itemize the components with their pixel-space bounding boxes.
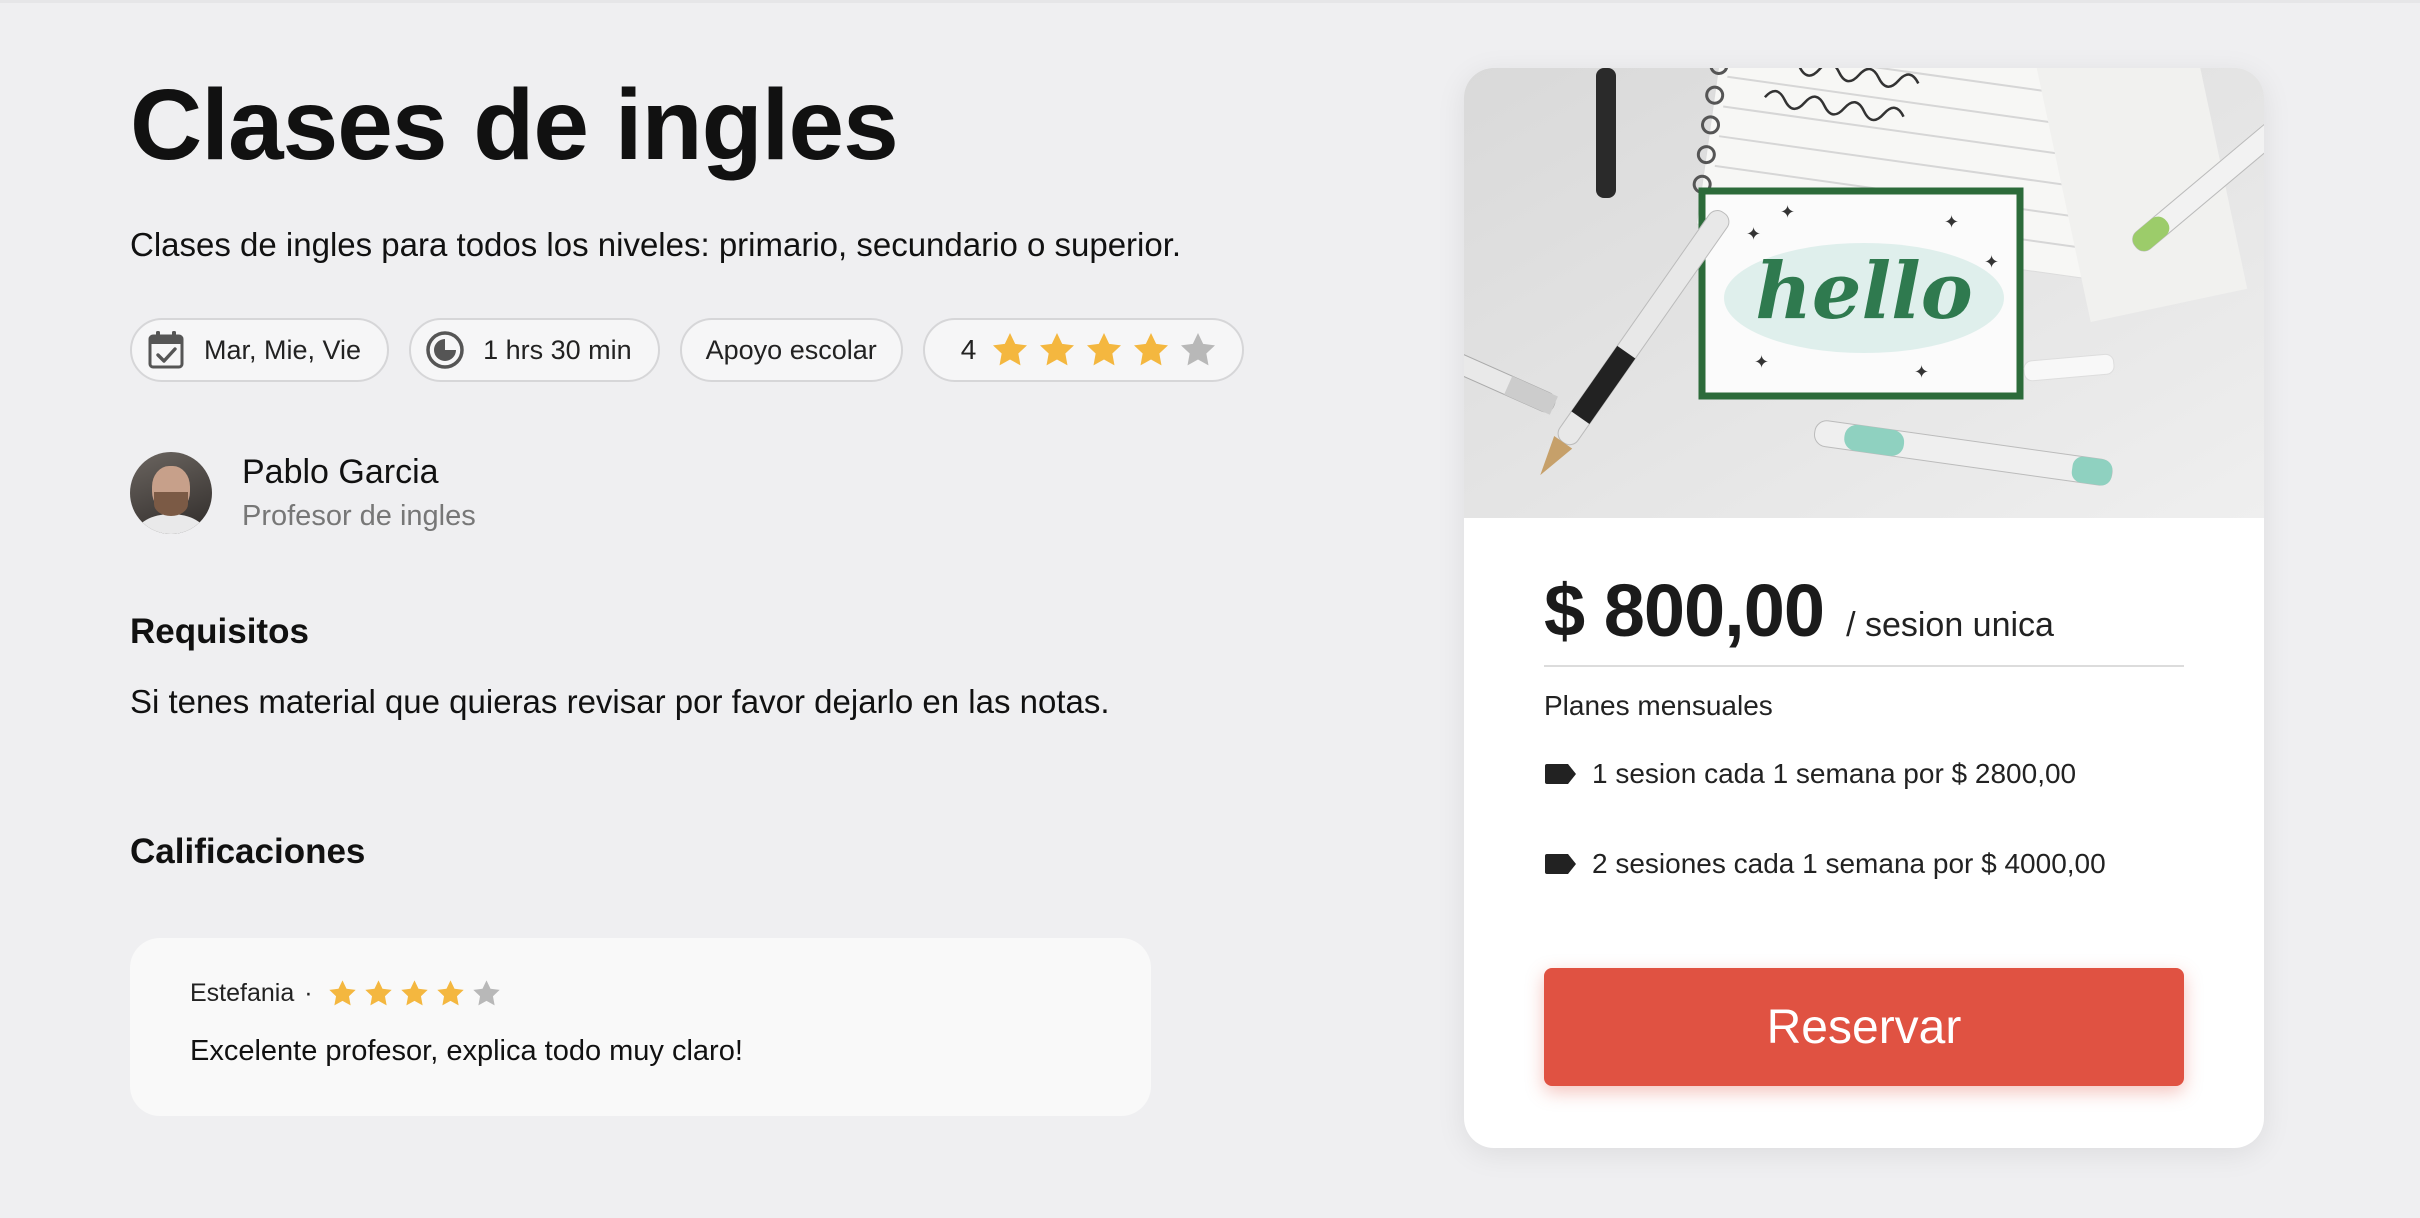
divider [1544,665,2184,667]
tag-icon [1545,854,1576,874]
star-empty-icon [472,980,500,1006]
requirements-heading: Requisitos [130,612,309,651]
days-chip: Mar, Mie, Vie [130,318,390,382]
rating-stars [990,330,1218,370]
duration-chip: 1 hrs 30 min [409,318,660,382]
price: $ 800,00 [1544,569,1825,652]
svg-text:✦: ✦ [1780,202,1795,223]
clock-icon [425,330,465,370]
plans-heading: Planes mensuales [1544,690,1773,721]
tag-icon [1545,764,1576,784]
days-label: Mar, Mie, Vie [204,334,362,365]
page-title: Clases de ingles [130,69,899,181]
star-filled-icon [436,980,464,1006]
rating-value: 4 [960,334,977,365]
star-filled-icon [993,333,1028,366]
category-label: Apoyo escolar [705,334,877,365]
star-filled-icon [328,980,356,1006]
star-filled-icon [364,980,392,1006]
svg-text:✦: ✦ [1914,362,1929,383]
plan-label: 2 sesiones cada 1 semana por $ 4000,00 [1592,848,2106,879]
star-empty-icon [1181,333,1216,366]
review-separator: · [304,979,313,1007]
svg-text:✦: ✦ [1944,212,1959,233]
star-filled-icon [400,980,428,1006]
ratings-heading: Calificaciones [130,832,366,871]
info-chips: Mar, Mie, Vie 1 hrs 30 min Apoyo escolar… [130,318,1245,382]
image-text: hello [1755,246,1973,337]
rating-chip: 4 [922,318,1245,382]
teacher-profile[interactable]: Pablo Garcia Profesor de ingles [130,452,476,534]
requirements-text: Si tenes material que quieras revisar po… [130,683,1110,720]
page-subtitle: Clases de ingles para todos los niveles:… [130,226,1182,263]
category-chip: Apoyo escolar [679,318,903,382]
plan-option[interactable]: 1 sesion cada 1 semana por $ 2800,00 [1544,758,2076,790]
booking-card: hello ✦ ✦ ✦ ✦ ✦ ✦ $ 800,00 / sesion unic… [1464,68,2264,1148]
star-filled-icon [1040,333,1075,366]
review-comment: Excelente profesor, explica todo muy cla… [190,1035,743,1067]
teacher-name[interactable]: Pablo Garcia [242,453,476,492]
class-image: hello ✦ ✦ ✦ ✦ ✦ ✦ [1464,68,2264,518]
avatar[interactable] [130,452,212,534]
svg-text:✦: ✦ [1754,352,1769,373]
calendar-check-icon [146,330,186,370]
review-card: Estefania · Excelente profesor, explica … [130,938,1151,1116]
reserve-button[interactable]: Reservar [1544,968,2184,1086]
svg-text:✦: ✦ [1746,224,1761,245]
duration-label: 1 hrs 30 min [483,334,632,365]
price-row: $ 800,00 / sesion unica [1544,568,2054,653]
teacher-role: Profesor de ingles [242,500,476,532]
top-border [0,0,2420,3]
plan-label: 1 sesion cada 1 semana por $ 2800,00 [1592,758,2077,789]
star-filled-icon [1134,333,1169,366]
svg-text:✦: ✦ [1984,252,1999,273]
price-unit: / sesion unica [1846,606,2054,644]
review-stars [327,978,502,1009]
plan-option[interactable]: 2 sesiones cada 1 semana por $ 4000,00 [1544,848,2106,880]
review-author: Estefania [190,979,295,1007]
star-filled-icon [1087,333,1122,366]
